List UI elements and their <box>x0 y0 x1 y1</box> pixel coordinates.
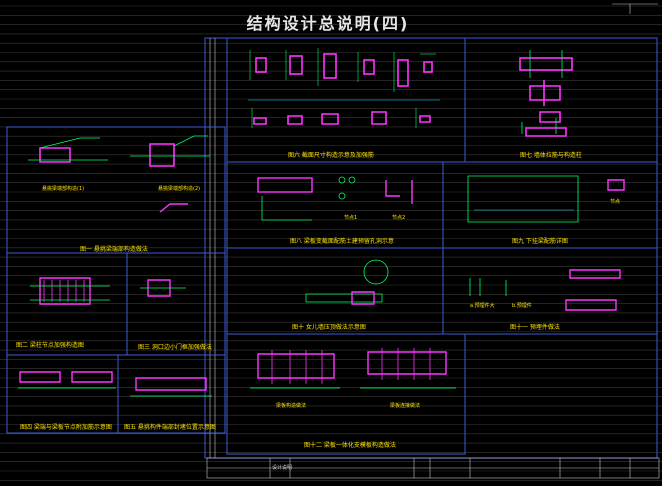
fig12-sub-b: 梁板连接做法 <box>390 403 421 409</box>
frame-fig7 <box>464 37 658 163</box>
fig12-sub-a: 梁板构造做法 <box>276 403 307 409</box>
fig11-caption: 图十一 预埋件做法 <box>510 324 560 331</box>
fig2-3-details <box>30 277 186 305</box>
sheet-title: 结构设计总说明(四) <box>246 14 410 33</box>
fig6-dims <box>248 48 440 128</box>
fig7-details <box>519 50 573 137</box>
title-block-label: 设计说明 <box>272 465 293 471</box>
fig9-sub-a: 节点 <box>610 199 621 205</box>
fig11-sub-b: b.预埋件 <box>512 303 532 309</box>
fig6-sections <box>253 53 433 125</box>
fig1-sub-left: 悬挑梁端部构造(1) <box>42 186 85 192</box>
fig8-caption: 图八 梁板变截面配筋土建预留孔洞示意 <box>290 238 394 245</box>
fig8-details <box>257 176 413 221</box>
fig6-caption: 图六 截面尺寸构造示意及加强筋 <box>288 152 374 159</box>
fig12-details <box>250 348 456 389</box>
fig5-caption: 图五 悬挑构件端部封堵位置示意图 <box>124 424 216 431</box>
fig7-caption: 图七 墙体拉筋与构造柱 <box>520 152 582 159</box>
drawing-sheet: 结构设计总说明(四) 图一 悬挑梁端部构造做法 悬挑梁端部构造(1) 悬挑梁端部… <box>0 0 662 482</box>
fig1-details <box>28 135 210 213</box>
fig4-caption: 图四 梁端与梁板节点附加筋示意图 <box>20 424 112 431</box>
fig8-sub-a: 节点1 <box>344 215 358 221</box>
fig12-caption: 图十二 梁板一体化支模板构造做法 <box>304 442 396 449</box>
fig1-sub-right: 悬挑梁端部构造(2) <box>158 186 201 192</box>
fig10-caption: 图十 女儿墙压顶做法示意图 <box>292 324 366 331</box>
fig2-caption: 图二 梁柱节点加强构造图 <box>16 342 84 349</box>
fig8-sub-b: 节点2 <box>392 215 406 221</box>
fig1-caption: 图一 悬挑梁端部构造做法 <box>80 246 148 253</box>
fig4-5-details <box>18 371 212 397</box>
fig9-caption: 图九 下挂梁配筋详图 <box>512 238 568 245</box>
fig11-sub-a: a.预埋件大 <box>470 303 495 309</box>
fig3-caption: 图三 洞口边小门框加强做法 <box>138 344 212 351</box>
